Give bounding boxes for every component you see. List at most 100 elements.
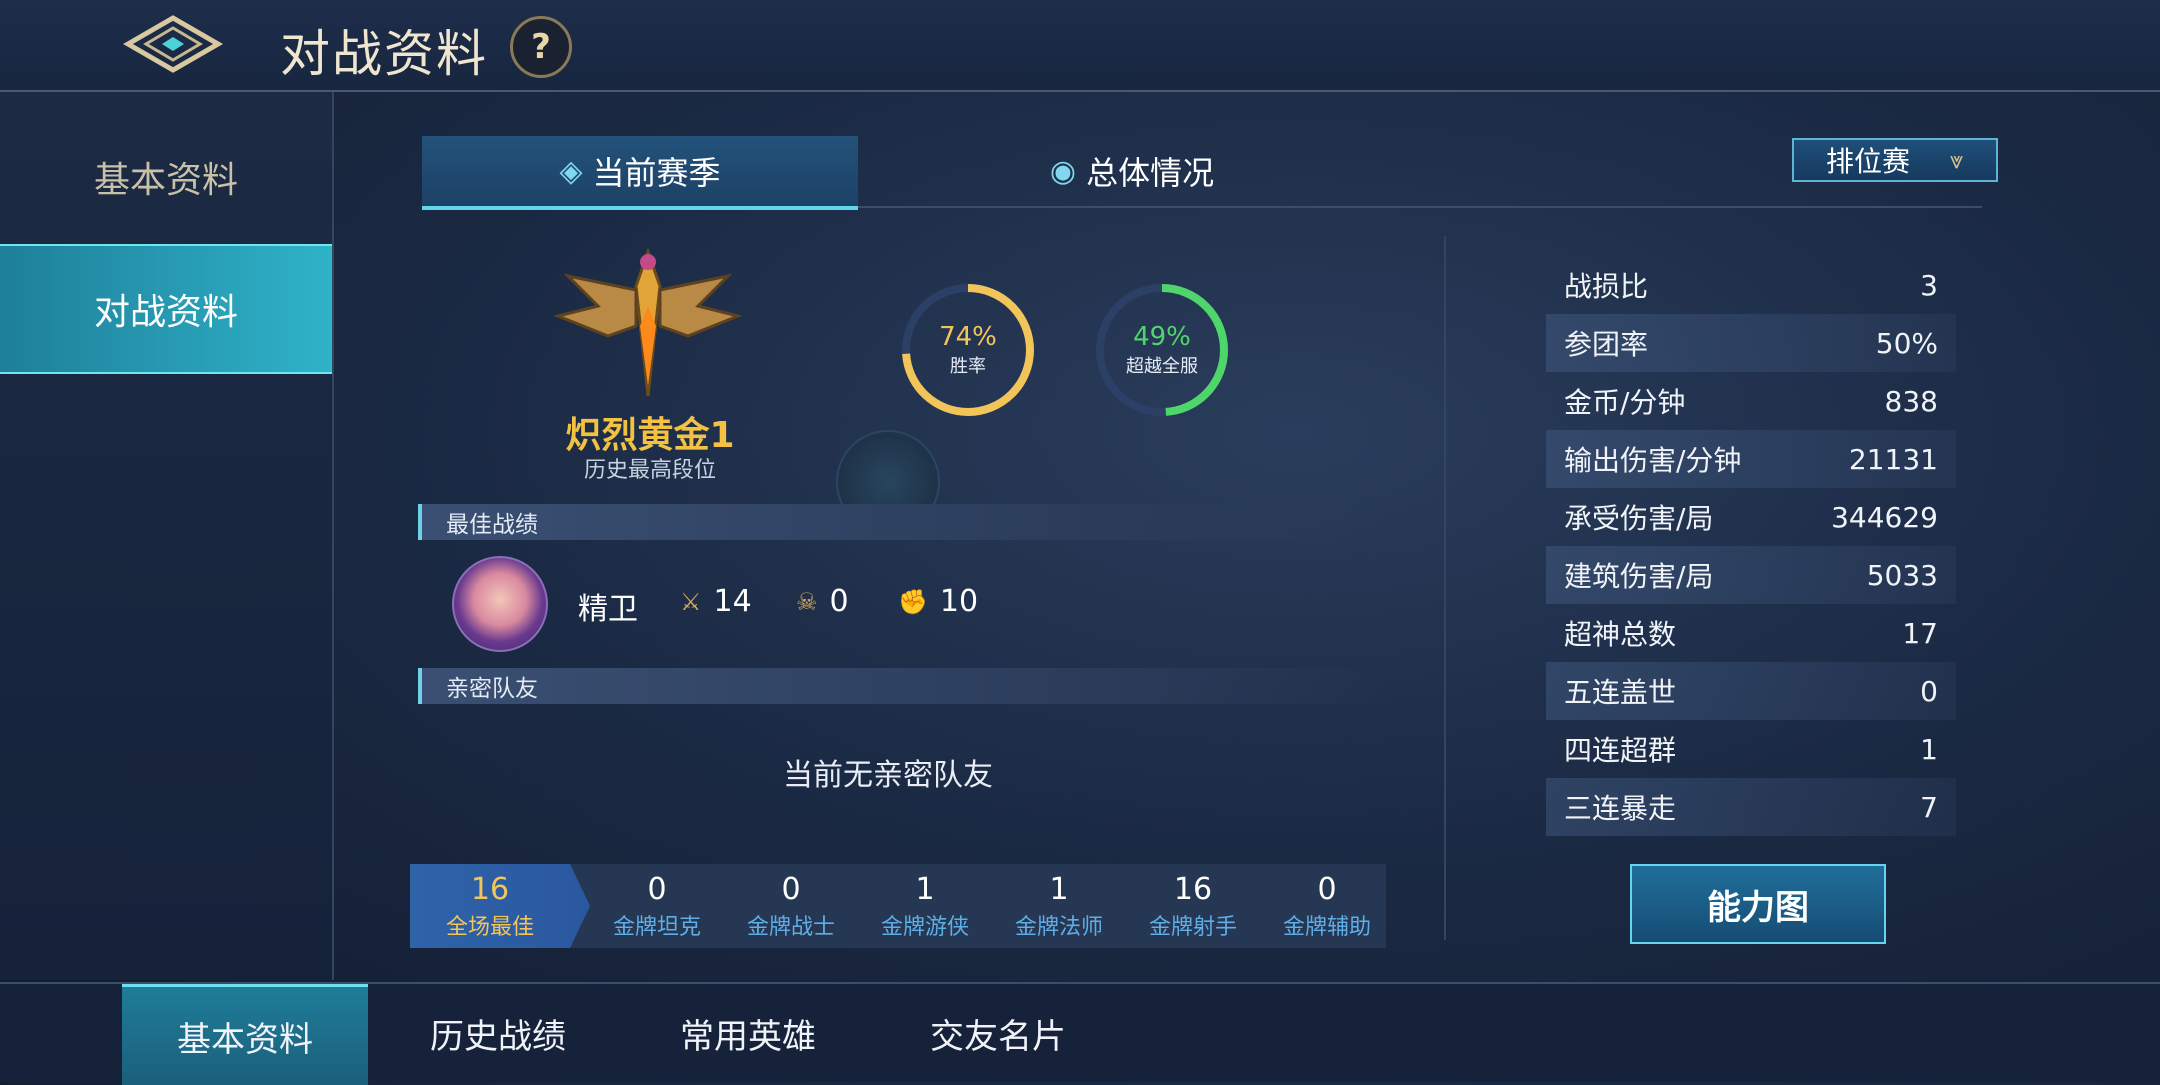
medal-mage-count: 1 [1049, 872, 1069, 907]
bottom-tab-social-card[interactable]: 交友名片 [900, 984, 1096, 1082]
stat-label: 承受伤害/局 [1564, 502, 1714, 535]
bottom-tab-history[interactable]: 历史战绩 [400, 984, 596, 1082]
medal-mage: 1 金牌法师 [992, 864, 1126, 948]
stat-value: 1 [1920, 732, 1938, 766]
hero-avatar[interactable] [452, 556, 548, 652]
divider [1444, 236, 1446, 940]
stat-value: 0 [1920, 674, 1938, 708]
medal-ranger-label: 金牌游侠 [880, 915, 969, 940]
stat-row: 五连盖世 0 [1546, 662, 1956, 720]
back-icon[interactable] [118, 10, 228, 78]
medal-warrior: 0 金牌战士 [724, 864, 858, 948]
surpass-value: 49% [1133, 322, 1191, 352]
stat-label: 建筑伤害/局 [1564, 560, 1714, 593]
medal-warrior-label: 金牌战士 [746, 915, 835, 940]
tab-current-season-label: 当前赛季 [592, 154, 721, 192]
stat-value: 838 [1884, 384, 1938, 418]
bottom-tab-basic-info[interactable]: 基本资料 [122, 984, 368, 1085]
top-bar: 对战资料 ? [0, 0, 2160, 92]
kills-value: 14 [713, 584, 752, 619]
chevron-down-icon: ⩔ [1950, 146, 1964, 174]
page-title: 对战资料 [280, 25, 488, 83]
stat-label: 输出伤害/分钟 [1564, 444, 1742, 477]
medal-ranger: 1 金牌游侠 [858, 864, 992, 948]
stat-row: 超神总数 17 [1546, 604, 1956, 662]
sidebar: 基本资料 对战资料 [0, 92, 334, 980]
stat-label: 三连暴走 [1564, 792, 1677, 825]
stat-value: 50% [1875, 326, 1938, 360]
sidebar-item-battle-info[interactable]: 对战资料 [0, 244, 332, 374]
stat-row: 四连超群 1 [1546, 720, 1956, 778]
ability-chart-button[interactable]: 能力图 [1630, 864, 1886, 944]
stat-row: 参团率 50% [1546, 314, 1956, 372]
best-record-header: 最佳战绩 [418, 504, 1388, 540]
surpass-ring: 49% 超越全服 [1092, 280, 1232, 420]
stat-row: 输出伤害/分钟 21131 [1546, 430, 1956, 488]
rank-badge-icon [553, 247, 743, 397]
medal-strip: 16 全场最佳 0 金牌坦克 0 金牌战士 1 金牌游侠 1 金牌法师 16 金… [410, 864, 1386, 948]
medal-mvp-count: 16 [470, 872, 510, 907]
win-rate-value: 74% [939, 322, 997, 352]
no-friends-text: 当前无亲密队友 [783, 758, 993, 793]
rank-subtitle: 历史最高段位 [583, 458, 716, 483]
win-rate-ring: 74% 胜率 [898, 280, 1038, 420]
overall-icon: ◉ [1049, 153, 1077, 189]
stat-row: 战损比 3 [1546, 256, 1956, 314]
season-icon: ◈ [559, 153, 583, 189]
swords-icon: ⚔ [680, 587, 702, 616]
stat-label: 四连超群 [1564, 734, 1677, 767]
medal-support-count: 0 [1317, 872, 1337, 907]
medal-tank-label: 金牌坦克 [612, 915, 701, 940]
sidebar-item-basic-info[interactable]: 基本资料 [0, 114, 332, 240]
bottom-tab-heroes[interactable]: 常用英雄 [650, 984, 846, 1082]
stat-row: 承受伤害/局 344629 [1546, 488, 1956, 546]
stats-list: 战损比 3 参团率 50% 金币/分钟 838 输出伤害/分钟 21131 承受伤害/局… [1546, 256, 1956, 836]
medal-marksman-count: 16 [1173, 872, 1213, 907]
season-tabs: ◈ 当前赛季 ◉ 总体情况 [422, 136, 1982, 210]
stat-label: 金币/分钟 [1564, 386, 1686, 419]
medal-marksman: 16 金牌射手 [1126, 864, 1260, 948]
medal-marksman-label: 金牌射手 [1148, 915, 1237, 940]
stat-value: 21131 [1848, 442, 1938, 476]
hero-name: 精卫 [578, 592, 638, 627]
tab-overall-label: 总体情况 [1086, 154, 1215, 192]
fist-icon: ✊ [898, 587, 928, 616]
medal-mage-label: 金牌法师 [1014, 915, 1103, 940]
medal-support: 0 金牌辅助 [1260, 864, 1394, 948]
assists-stat: ✊ 10 [898, 584, 978, 619]
medal-mvp: 16 全场最佳 [410, 864, 590, 948]
medal-mvp-label: 全场最佳 [445, 915, 534, 940]
skull-icon: ☠ [796, 587, 818, 616]
stat-value: 5033 [1866, 558, 1938, 592]
assists-value: 10 [939, 584, 979, 619]
stat-value: 3 [1920, 268, 1938, 302]
mode-select[interactable]: 排位赛 ⩔ [1792, 138, 1998, 182]
stat-label: 超神总数 [1564, 618, 1677, 651]
tab-current-season[interactable]: ◈ 当前赛季 [422, 136, 858, 210]
kills-stat: ⚔ 14 [680, 584, 752, 619]
rank-name: 炽烈黄金1 [565, 415, 735, 456]
stat-label: 参团率 [1564, 328, 1649, 361]
medal-warrior-count: 0 [781, 872, 801, 907]
stat-row: 三连暴走 7 [1546, 778, 1956, 836]
mode-select-label: 排位赛 [1826, 145, 1911, 178]
medal-tank: 0 金牌坦克 [590, 864, 724, 948]
close-friends-header: 亲密队友 [418, 668, 1388, 704]
win-rate-label: 胜率 [950, 356, 986, 377]
bottom-tab-bar: 基本资料 历史战绩 常用英雄 交友名片 [0, 982, 2160, 1085]
help-icon[interactable]: ? [510, 16, 572, 78]
deaths-value: 0 [829, 584, 849, 619]
deaths-stat: ☠ 0 [796, 584, 849, 619]
tab-overall[interactable]: ◉ 总体情况 [982, 136, 1282, 206]
stat-row: 建筑伤害/局 5033 [1546, 546, 1956, 604]
stat-value: 344629 [1831, 500, 1938, 534]
stat-value: 17 [1902, 616, 1938, 650]
medal-support-label: 金牌辅助 [1282, 915, 1371, 940]
medal-ranger-count: 1 [915, 872, 935, 907]
stat-value: 7 [1920, 790, 1938, 824]
stat-label: 战损比 [1564, 270, 1649, 303]
medal-tank-count: 0 [647, 872, 667, 907]
surpass-label: 超越全服 [1126, 356, 1198, 377]
stat-label: 五连盖世 [1564, 676, 1677, 709]
stat-row: 金币/分钟 838 [1546, 372, 1956, 430]
